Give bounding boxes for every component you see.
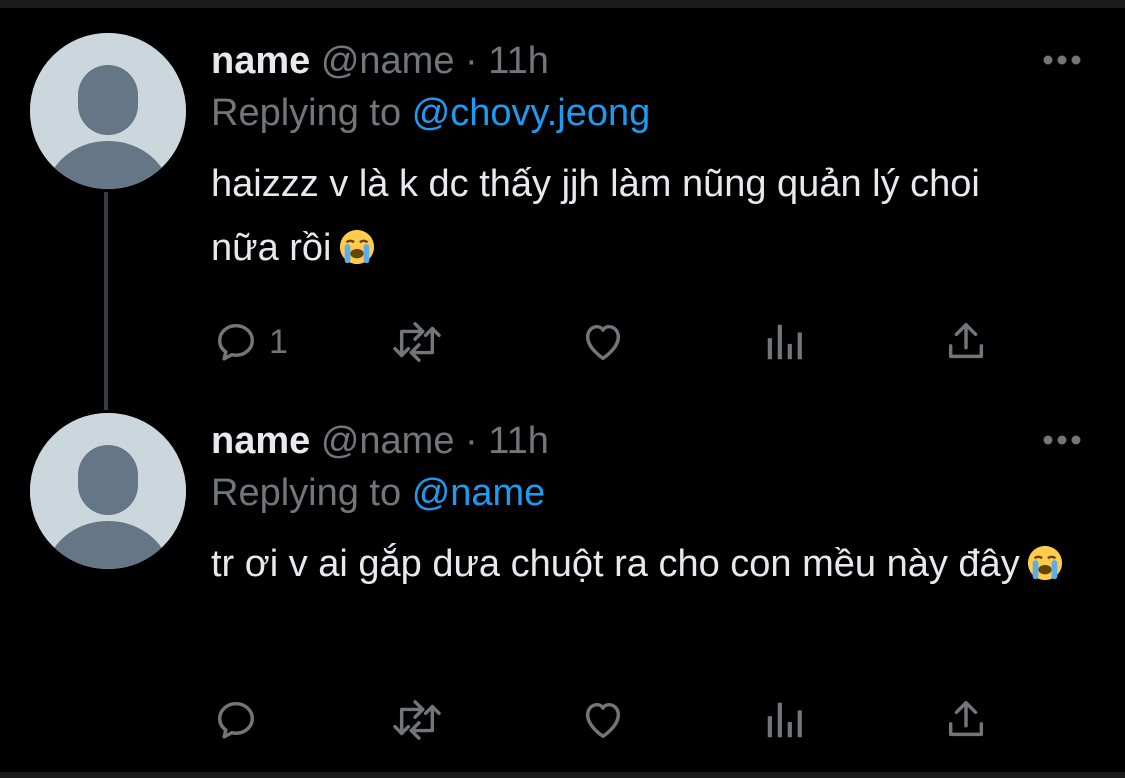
tweet-text: tr ơi v ai gắp dưa chuột ra cho con mều … (211, 532, 1081, 596)
retweet-icon (393, 700, 441, 740)
reply-icon (217, 701, 255, 739)
tweet-header: name @name · 11h (211, 36, 549, 86)
replying-to-label: Replying to (211, 92, 402, 134)
retweet-button[interactable] (391, 317, 443, 367)
heart-icon (585, 702, 621, 739)
share-icon (948, 701, 984, 737)
tweet-thread: name @name · 11h Replying to @chovy.jeon… (0, 0, 1125, 778)
bottom-divider (0, 772, 1125, 778)
replying-to-line: Replying to @chovy.jeong (211, 88, 650, 138)
share-icon (948, 323, 984, 359)
timestamp[interactable]: 11h (488, 420, 549, 462)
display-name[interactable]: name (211, 40, 310, 82)
analytics-icon (767, 702, 802, 738)
separator-dot: · (465, 40, 478, 82)
reply-button[interactable] (213, 695, 269, 745)
more-options-icon[interactable] (1040, 430, 1084, 450)
tweet-actions (211, 695, 1011, 745)
tweet-actions: 1 (211, 317, 1011, 367)
loudly-crying-face-icon (339, 229, 374, 265)
tweet-text: haizzz v là k dc thấy jjh làm nũng quản … (211, 152, 1031, 280)
mention-link[interactable]: @name (412, 472, 546, 514)
tweet-header: name @name · 11h (211, 416, 549, 466)
display-name[interactable]: name (211, 420, 310, 462)
default-avatar-icon (30, 33, 186, 189)
share-button[interactable] (943, 317, 989, 367)
heart-icon (585, 324, 621, 361)
analytics-button[interactable] (763, 317, 807, 367)
reply-icon (217, 323, 255, 361)
analytics-icon (767, 324, 802, 360)
more-options-icon[interactable] (1040, 50, 1084, 70)
avatar[interactable] (30, 33, 186, 189)
timestamp[interactable]: 11h (488, 40, 549, 82)
separator-dot: · (465, 420, 478, 462)
avatar[interactable] (30, 413, 186, 569)
reply-button[interactable]: 1 (213, 317, 288, 367)
reply-count: 1 (269, 322, 288, 361)
replying-to-line: Replying to @name (211, 468, 545, 518)
like-button[interactable] (579, 317, 627, 367)
tweet-body: tr ơi v ai gắp dưa chuột ra cho con mều … (211, 543, 1020, 585)
user-handle[interactable]: @name (321, 420, 455, 462)
top-divider (0, 0, 1125, 8)
loudly-crying-face-icon (1027, 545, 1062, 581)
share-button[interactable] (943, 695, 989, 745)
like-button[interactable] (579, 695, 627, 745)
replying-to-label: Replying to (211, 472, 402, 514)
retweet-button[interactable] (391, 695, 443, 745)
retweet-icon (393, 322, 441, 362)
analytics-button[interactable] (763, 695, 807, 745)
default-avatar-icon (30, 413, 186, 569)
user-handle[interactable]: @name (321, 40, 455, 82)
thread-connector-line (104, 192, 108, 410)
mention-link[interactable]: @chovy.jeong (412, 92, 651, 134)
tweet-body: haizzz v là k dc thấy jjh làm nũng quản … (211, 163, 980, 269)
